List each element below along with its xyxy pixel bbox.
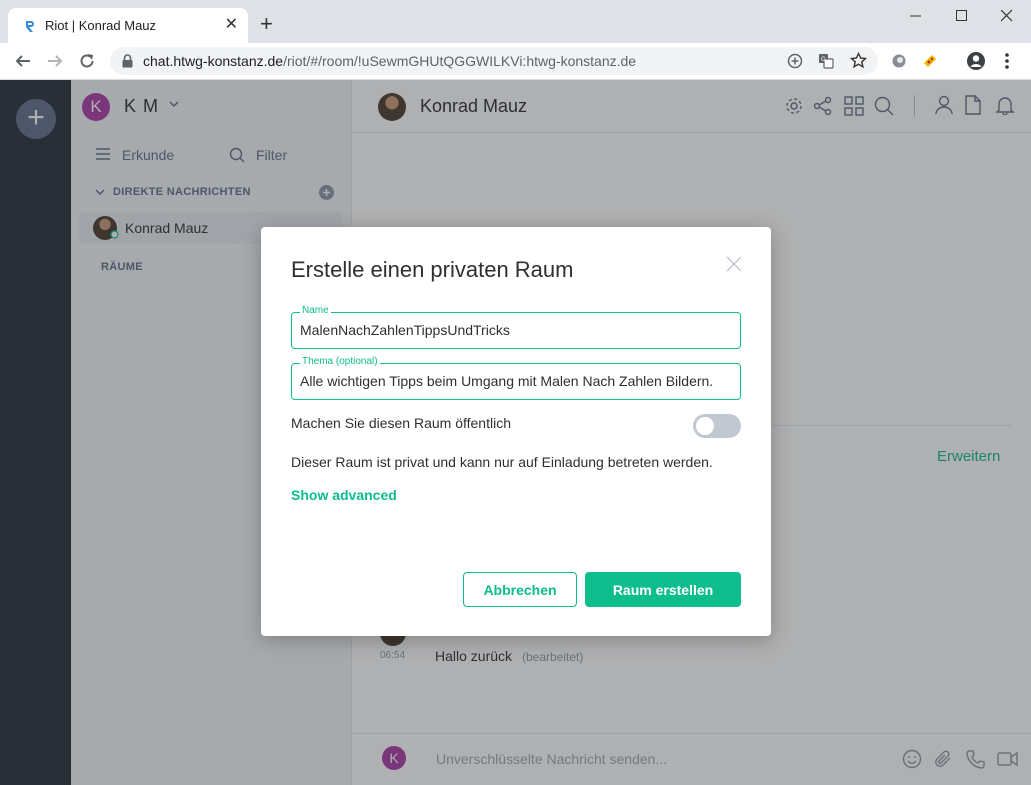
riot-favicon-icon	[22, 18, 38, 34]
window-close-icon[interactable]	[1001, 6, 1013, 26]
new-tab-icon[interactable]: +	[260, 13, 273, 35]
add-site-icon[interactable]	[787, 53, 803, 69]
url-host: chat.htwg-konstanz.de	[143, 53, 284, 69]
extension-circle-icon[interactable]	[891, 53, 907, 69]
show-advanced-link[interactable]: Show advanced	[291, 487, 397, 503]
toggle-knob	[696, 417, 714, 435]
room-topic-input[interactable]	[300, 373, 730, 389]
browser-menu-icon[interactable]	[1004, 52, 1010, 70]
room-topic-field: Thema (optional)	[291, 356, 741, 400]
close-icon[interactable]	[725, 255, 743, 273]
create-room-dialog: Erstelle einen privaten Raum Name Thema …	[261, 227, 771, 636]
maximize-icon[interactable]	[956, 6, 968, 26]
dialog-title: Erstelle einen privaten Raum	[291, 257, 574, 282]
extension-puzzle-icon[interactable]	[922, 53, 938, 69]
profile-icon[interactable]	[966, 51, 986, 71]
url-text: chat.htwg-konstanz.de/riot/#/room/!uSewm…	[143, 53, 636, 69]
forward-icon[interactable]	[46, 52, 64, 70]
create-room-button[interactable]: Raum erstellen	[585, 572, 741, 607]
bookmark-star-icon[interactable]	[850, 52, 867, 69]
minimize-icon[interactable]	[910, 6, 922, 26]
private-room-info: Dieser Raum ist privat und kann nur auf …	[291, 454, 713, 470]
browser-tab-title: Riot | Konrad Mauz	[45, 18, 157, 33]
browser-tab-strip: Riot | Konrad Mauz ✕ +	[0, 0, 1031, 43]
back-icon[interactable]	[14, 52, 32, 70]
room-topic-label: Thema (optional)	[300, 356, 380, 368]
room-name-field: Name	[291, 305, 741, 349]
public-toggle[interactable]	[693, 414, 741, 438]
browser-tab[interactable]: Riot | Konrad Mauz ✕	[8, 8, 248, 43]
browser-toolbar: chat.htwg-konstanz.de/riot/#/room/!uSewm…	[0, 43, 1031, 80]
room-name-label: Name	[300, 305, 331, 317]
lock-icon[interactable]	[122, 54, 133, 68]
cancel-button[interactable]: Abbrechen	[463, 572, 577, 607]
room-name-input[interactable]	[300, 322, 730, 338]
reload-icon[interactable]	[78, 52, 96, 70]
tab-close-icon[interactable]: ✕	[225, 17, 238, 33]
svg-text:G: G	[821, 56, 826, 63]
address-bar[interactable]: chat.htwg-konstanz.de/riot/#/room/!uSewm…	[110, 47, 878, 75]
url-path: /riot/#/room/!uSewmGHUtQGGWILKVi:htwg-ko…	[283, 53, 637, 69]
public-toggle-label: Machen Sie diesen Raum öffentlich	[291, 415, 511, 431]
translate-icon[interactable]: G	[818, 53, 834, 69]
